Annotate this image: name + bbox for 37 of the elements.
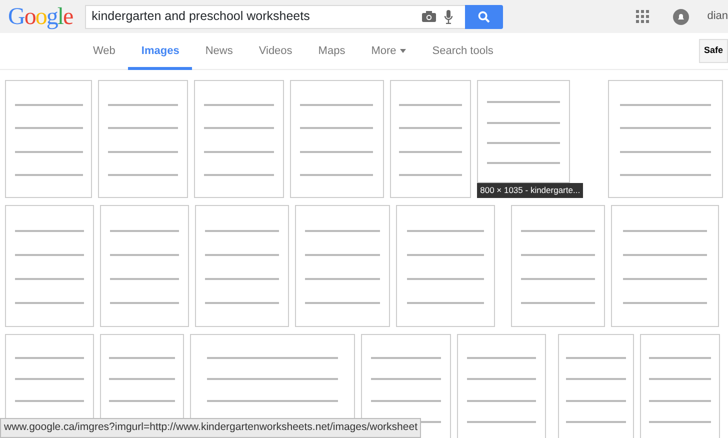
apps-icon[interactable] [636,10,650,23]
worksheet-thumbnail[interactable] [640,334,720,438]
search-tab[interactable]: News [192,32,246,70]
safesearch-button[interactable]: Safe [698,39,728,63]
image-size-caption: 800 × 1035 - kindergarte... [477,183,584,198]
worksheet-thumbnail[interactable] [558,334,634,438]
worksheet-thumbnail[interactable] [5,80,92,198]
worksheet-thumbnail[interactable] [390,80,472,198]
status-bar-url: www.google.ca/imgres?imgurl=http://www.kindergartenworksheets.net/images/worksheet [0,418,422,438]
search-tab[interactable]: Videos [246,32,306,70]
microphone-icon[interactable] [444,10,453,24]
worksheet-thumbnail[interactable] [608,80,723,198]
search-button[interactable] [464,4,503,28]
worksheet-thumbnail[interactable] [477,80,570,184]
worksheet-thumbnail[interactable] [98,80,188,198]
worksheet-thumbnail[interactable] [611,205,719,327]
worksheet-thumbnail[interactable] [100,205,189,327]
worksheet-thumbnail[interactable] [396,205,495,327]
search-tab[interactable]: Maps [305,32,358,70]
account-name[interactable]: dian [707,8,728,25]
worksheet-thumbnail[interactable] [194,80,284,198]
caret-icon [400,49,406,53]
worksheet-thumbnail[interactable] [5,205,94,327]
search-field[interactable]: kindergarten and preschool worksheets [84,4,465,28]
worksheet-thumbnail[interactable] [195,205,289,327]
google-logo[interactable]: Google [8,2,75,32]
worksheet-thumbnail[interactable] [295,205,390,327]
search-tab[interactable]: Images [128,32,192,70]
camera-icon[interactable] [422,11,436,22]
worksheet-thumbnail[interactable] [290,80,384,198]
search-tab[interactable]: More [358,32,420,70]
worksheet-thumbnail[interactable] [511,205,605,327]
notifications-icon[interactable] [673,8,690,24]
search-tab[interactable]: Search tools [419,32,506,70]
search-icon [478,10,490,22]
search-tab[interactable]: Web [80,32,128,70]
worksheet-thumbnail[interactable] [457,334,546,438]
